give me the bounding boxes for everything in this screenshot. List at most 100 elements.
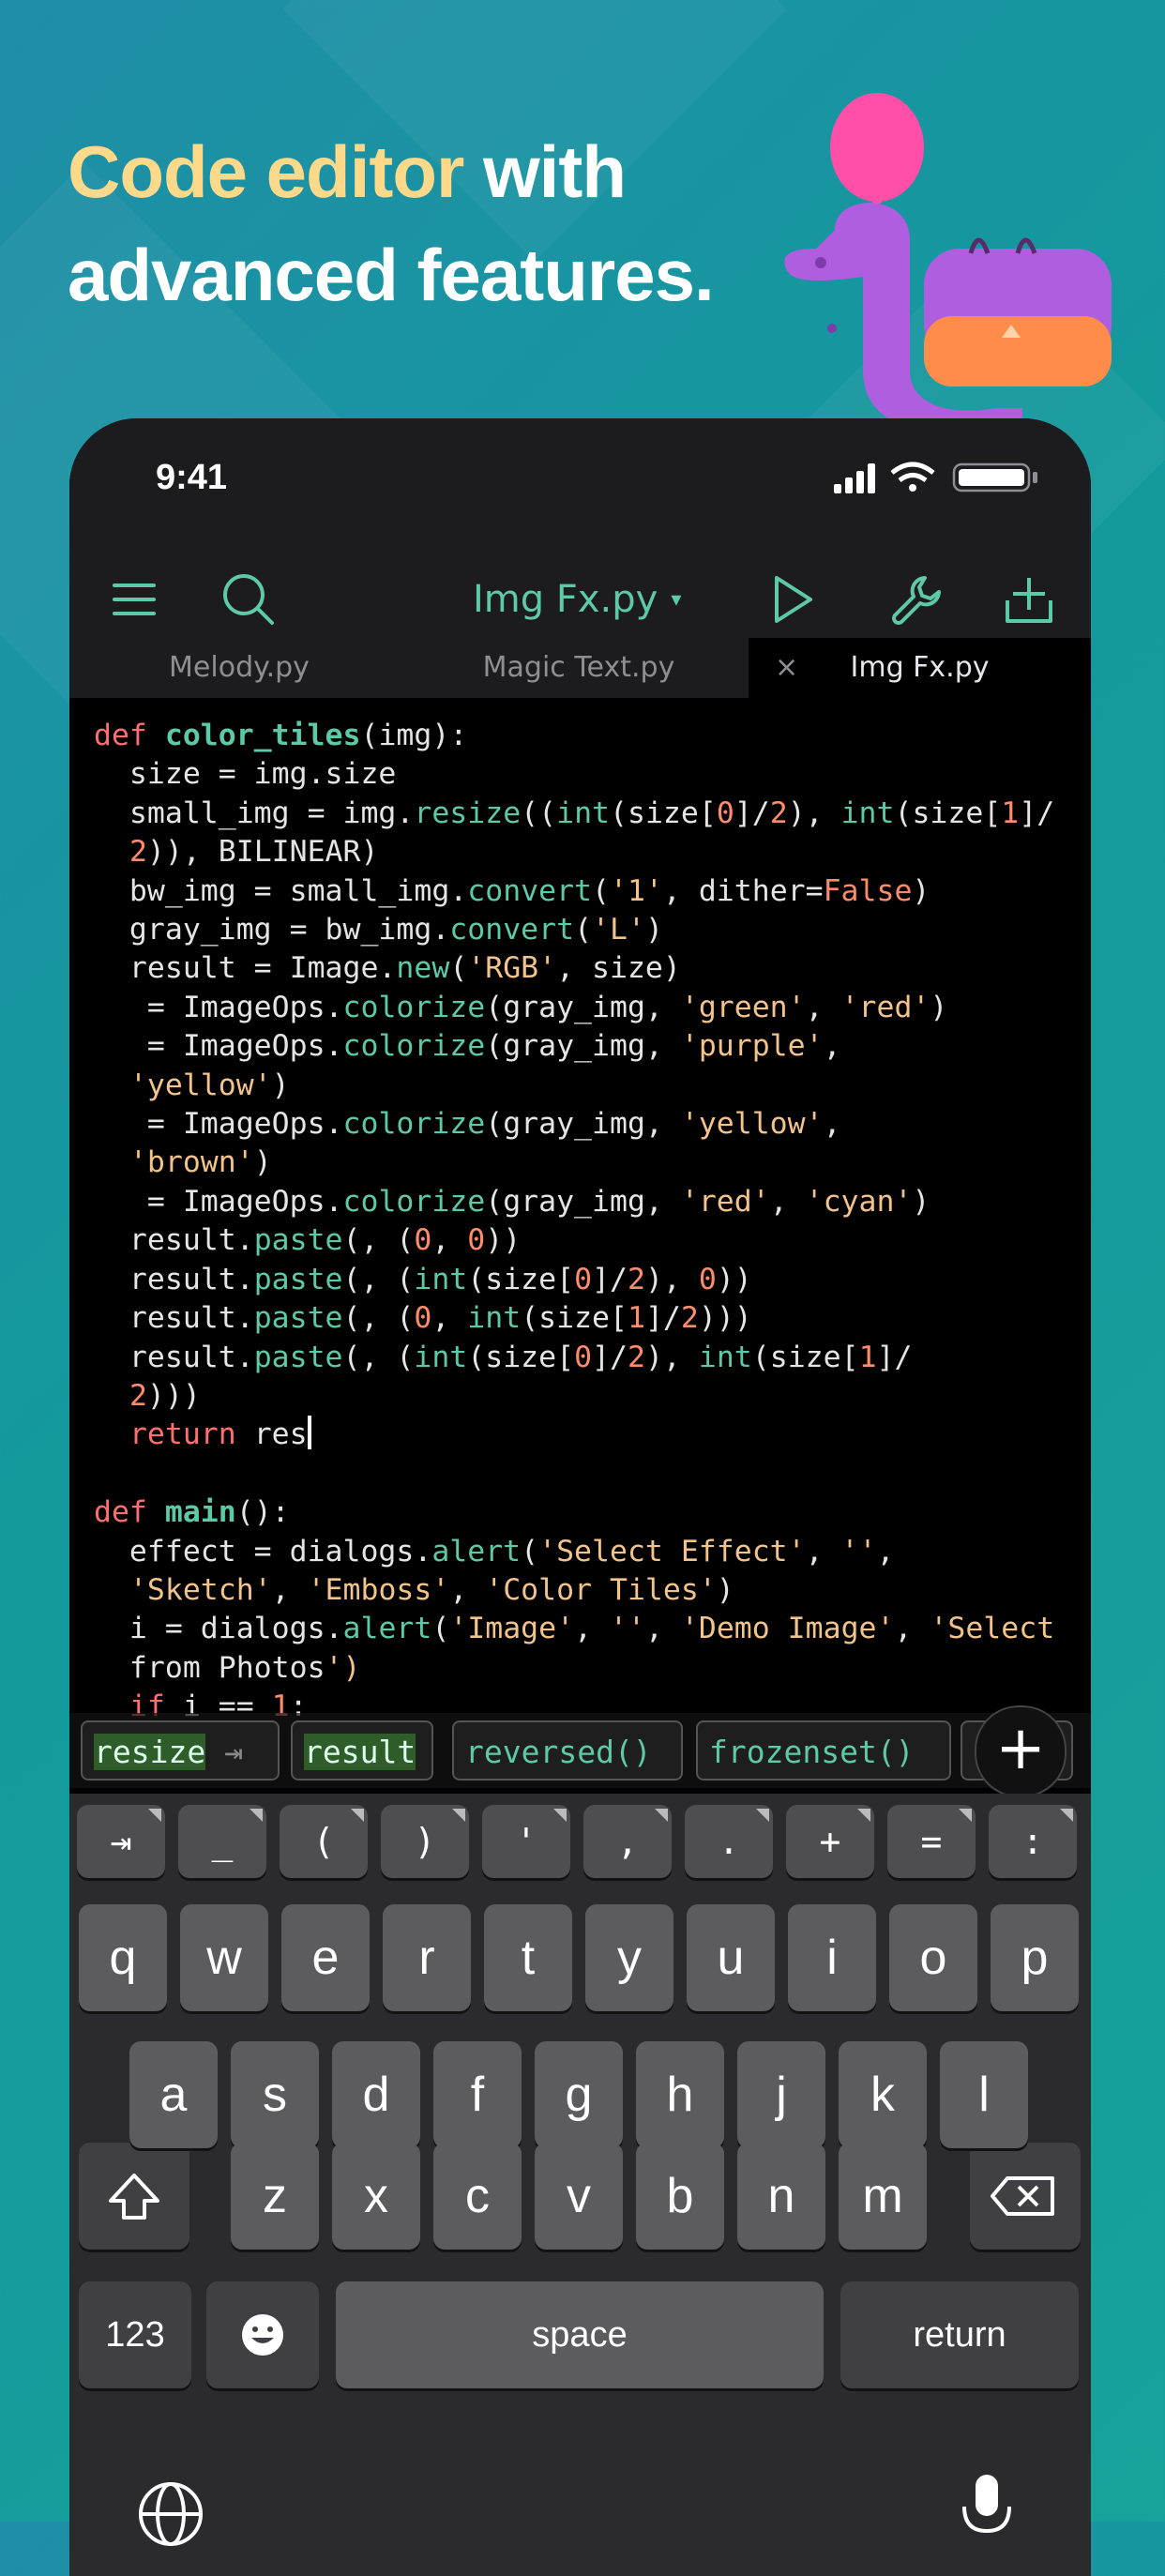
status-time: 9:41 — [156, 458, 228, 497]
key-g[interactable]: g — [535, 2041, 623, 2148]
return-key[interactable]: return — [840, 2281, 1079, 2388]
tab-magic-text[interactable]: Magic Text.py — [409, 638, 749, 698]
key-u[interactable]: u — [687, 1904, 775, 2011]
emoji-icon — [242, 2314, 283, 2356]
code-line: small_img = img.resize((int(size[0]/2), … — [94, 796, 1055, 830]
completion-resize[interactable]: resize ⇥ — [81, 1720, 280, 1780]
space-key[interactable]: space — [336, 2281, 824, 2388]
key-m[interactable]: m — [839, 2143, 927, 2250]
add-completion-button[interactable]: + — [975, 1705, 1067, 1797]
completion-label: reversed() — [465, 1734, 652, 1770]
code-line: 'Sketch', 'Emboss', 'Color Tiles') — [129, 1572, 734, 1607]
shift-key[interactable] — [79, 2143, 189, 2250]
file-title-dropdown[interactable]: Img Fx.py ▾ — [473, 568, 681, 630]
code-line: result = Image.new('RGB', size) — [94, 951, 681, 986]
key-t[interactable]: t — [484, 1904, 572, 2011]
wrench-icon[interactable] — [884, 568, 946, 630]
extra-key[interactable]: : — [989, 1805, 1077, 1878]
code-line: = ImageOps.colorize(gray_img, 'purple', — [94, 1029, 841, 1064]
globe-icon[interactable] — [135, 2478, 206, 2550]
key-d[interactable]: d — [332, 2041, 420, 2148]
chevron-down-icon: ▾ — [671, 587, 682, 612]
battery-icon — [952, 462, 1037, 492]
key-w[interactable]: w — [180, 1904, 268, 2011]
extra-key[interactable]: . — [685, 1805, 773, 1878]
code-line: = ImageOps.colorize(gray_img, 'green', '… — [94, 990, 948, 1024]
status-bar: 9:41 — [69, 418, 1091, 540]
code-line: 2))) — [129, 1378, 201, 1413]
mascot-illustration — [784, 93, 1112, 427]
completion-result[interactable]: result — [291, 1720, 433, 1780]
key-i[interactable]: i — [788, 1904, 876, 2011]
key-h[interactable]: h — [636, 2041, 724, 2148]
key-p[interactable]: p — [991, 1904, 1079, 2011]
tab-label: Melody.py — [169, 651, 310, 684]
code-line: result.paste(, (int(size[0]/2), 0)) — [94, 1262, 752, 1296]
extra-key[interactable]: = — [887, 1805, 976, 1878]
code-line: effect = dialogs.alert('Select Effect', … — [94, 1534, 895, 1568]
headline-rest: with — [463, 130, 627, 213]
numbers-key[interactable]: 123 — [79, 2281, 191, 2388]
code-line: 'yellow') — [129, 1068, 290, 1102]
key-q[interactable]: q — [79, 1904, 167, 2011]
code-line: 'brown') — [129, 1145, 272, 1180]
key-b[interactable]: b — [636, 2143, 724, 2250]
code-line: def color_tiles(img): — [94, 719, 468, 752]
run-icon[interactable] — [760, 568, 822, 630]
extra-key[interactable]: + — [786, 1805, 874, 1878]
code-line: result.paste(, (0, 0)) — [94, 1223, 522, 1258]
key-n[interactable]: n — [737, 2143, 825, 2250]
file-tabs: Melody.py Magic Text.py × Img Fx.py — [69, 638, 1091, 698]
key-c[interactable]: c — [433, 2143, 522, 2250]
tab-img-fx[interactable]: × Img Fx.py — [749, 638, 1091, 698]
key-s[interactable]: s — [231, 2041, 319, 2148]
key-a[interactable]: a — [129, 2041, 218, 2148]
keyboard: 123 space return ⇥ _ () ' , . + =: q w… — [69, 1794, 1091, 2576]
key-e[interactable]: e — [281, 1904, 370, 2011]
extra-key[interactable]: ' — [482, 1805, 570, 1878]
key-x[interactable]: x — [332, 2143, 420, 2250]
key-v[interactable]: v — [535, 2143, 623, 2250]
tab-key-icon: ⇥ — [224, 1734, 243, 1770]
extra-key[interactable]: , — [583, 1805, 672, 1878]
key-k[interactable]: k — [839, 2041, 927, 2148]
extra-key[interactable]: ⇥ — [77, 1805, 165, 1878]
headline-line2: advanced features. — [68, 234, 715, 316]
emoji-key[interactable] — [206, 2281, 319, 2388]
key-y[interactable]: y — [585, 1904, 673, 2011]
key-z[interactable]: z — [231, 2143, 319, 2250]
search-icon[interactable] — [218, 568, 280, 630]
text-cursor — [307, 1416, 311, 1450]
code-line: result.paste(, (int(size[0]/2), int(size… — [94, 1340, 913, 1374]
mic-icon[interactable] — [951, 2467, 1022, 2552]
key-r[interactable]: r — [383, 1904, 471, 2011]
completion-reversed[interactable]: reversed() — [452, 1720, 683, 1780]
code-editor[interactable]: def color_tiles(img): size = img.size sm… — [94, 717, 1074, 1765]
extra-key[interactable]: _ — [178, 1805, 266, 1878]
extra-key[interactable]: ) — [381, 1805, 469, 1878]
share-icon[interactable] — [998, 568, 1060, 630]
backspace-icon — [991, 2176, 1054, 2216]
close-icon[interactable]: × — [775, 638, 798, 698]
code-line: i = dialogs.alert('Image', '', 'Demo Ima… — [94, 1612, 1055, 1646]
extra-key[interactable]: ( — [280, 1805, 368, 1878]
key-f[interactable]: f — [433, 2041, 522, 2148]
code-line: result.paste(, (0, int(size[1]/2))) — [94, 1301, 752, 1336]
phone-frame: 9:41 Img Fx.py ▾ Melody.py Magic Text.py… — [69, 418, 1091, 2576]
code-line: 2)), BILINEAR) — [129, 835, 379, 870]
tab-melody[interactable]: Melody.py — [69, 638, 409, 698]
key-o[interactable]: o — [889, 1904, 977, 2011]
key-l[interactable]: l — [940, 2041, 1028, 2148]
menu-icon[interactable] — [103, 568, 165, 630]
backspace-key[interactable] — [970, 2143, 1081, 2250]
code-line: return res — [94, 1416, 1074, 1454]
completion-label: frozenset() — [709, 1734, 915, 1770]
file-title: Img Fx.py — [473, 578, 658, 621]
completion-label: result — [304, 1734, 416, 1770]
key-j[interactable]: j — [737, 2041, 825, 2148]
code-line: def main(): — [94, 1495, 290, 1530]
tab-label: Magic Text.py — [482, 651, 675, 684]
tab-label: Img Fx.py — [850, 651, 990, 684]
completion-frozenset[interactable]: frozenset() — [696, 1720, 951, 1780]
